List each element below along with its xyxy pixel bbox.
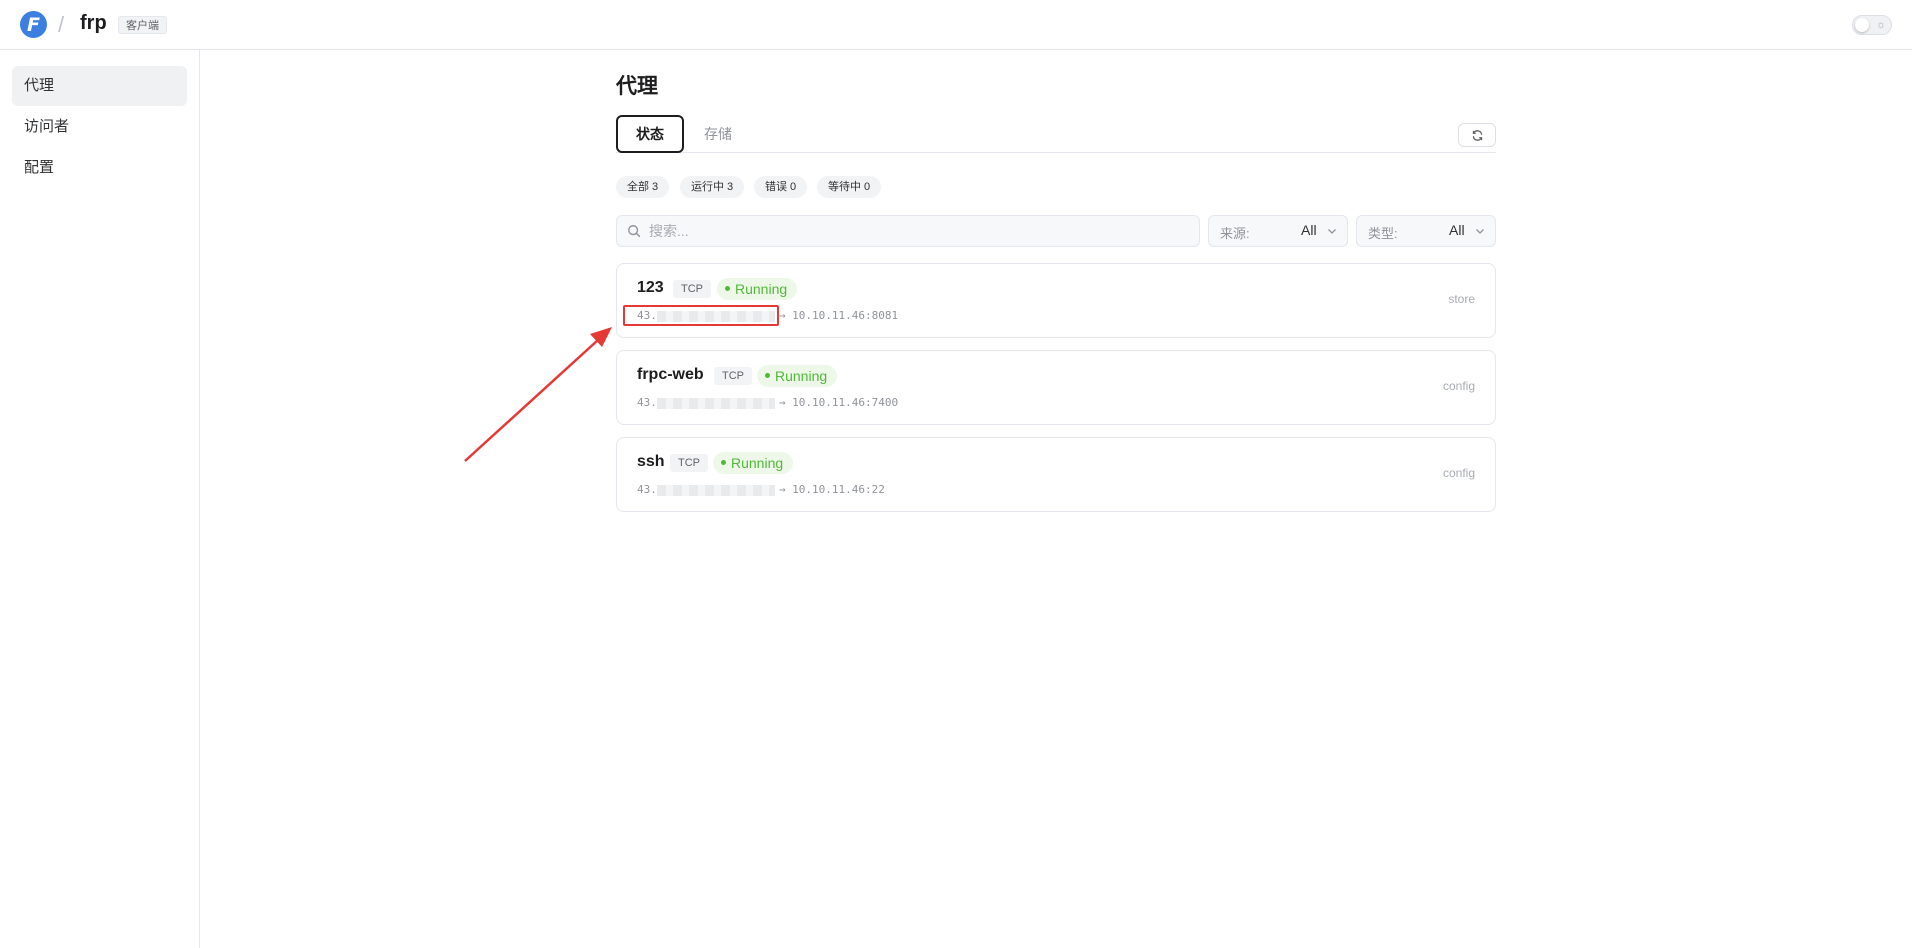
status-badge: Running: [757, 365, 838, 387]
proxy-name: ssh: [637, 453, 665, 470]
status-text: Running: [731, 455, 784, 471]
status-text: Running: [775, 368, 828, 384]
filter-chip-running[interactable]: 运行中 3: [680, 176, 745, 198]
proxy-name: 123: [637, 279, 664, 296]
remote-addr-prefix: 43.: [637, 396, 657, 409]
proxy-address: 43. → 10.10.11.46:7400: [637, 396, 898, 409]
filter-chip-error[interactable]: 错误 0: [754, 176, 808, 198]
local-target: → 10.10.11.46:8081: [778, 309, 899, 322]
breadcrumb-separator: /: [58, 12, 65, 37]
status-text: Running: [735, 281, 788, 297]
refresh-button[interactable]: [1458, 123, 1496, 147]
tabs-divider: [616, 152, 1496, 153]
top-header: F / frp 客户端 ☼: [0, 0, 1912, 50]
filter-chip-all[interactable]: 全部 3: [616, 176, 670, 198]
status-badge: Running: [713, 452, 794, 474]
status-dot-icon: [725, 285, 730, 291]
type-filter-value: All: [1449, 222, 1465, 238]
app-name[interactable]: frp: [80, 12, 107, 35]
remote-addr-prefix: 43.: [637, 483, 657, 496]
tab-status[interactable]: 状态: [616, 115, 684, 153]
sun-icon: ☼: [1876, 19, 1887, 31]
search-icon: [628, 225, 641, 238]
proxy-card-ssh[interactable]: ssh TCP Running 43. → 10.10.11.46:22 conf…: [616, 437, 1496, 512]
search-box: [616, 215, 1200, 247]
toggle-knob: [1855, 18, 1869, 32]
chevron-down-icon: [1476, 229, 1484, 234]
chevron-down-icon: [1328, 229, 1336, 234]
sidebar-item-visitors[interactable]: 访问者: [12, 107, 187, 147]
logo-letter: F: [27, 13, 40, 36]
proxy-name: frpc-web: [637, 366, 704, 383]
status-dot-icon: [765, 372, 770, 378]
filter-chip-pending[interactable]: 等待中 0: [817, 176, 882, 198]
source-filter-label: 来源:: [1220, 226, 1250, 241]
proxy-type-badge: TCP: [670, 454, 708, 472]
proxy-address: 43. → 10.10.11.46:22: [637, 483, 885, 496]
local-target: → 10.10.11.46:22: [778, 483, 885, 496]
frp-logo-icon[interactable]: F: [20, 11, 47, 38]
search-input[interactable]: [649, 216, 1189, 246]
type-filter-select[interactable]: 类型: All: [1356, 215, 1496, 247]
page-title: 代理: [616, 75, 658, 98]
local-target: → 10.10.11.46:7400: [778, 396, 899, 409]
redacted-ip: [656, 397, 775, 409]
sidebar: 代理 访问者 配置: [0, 50, 200, 948]
sidebar-item-proxies[interactable]: 代理: [12, 66, 187, 106]
source-filter-select[interactable]: 来源: All: [1208, 215, 1348, 247]
tab-store[interactable]: 存储: [704, 115, 732, 153]
redacted-ip: [656, 484, 775, 496]
sidebar-item-config[interactable]: 配置: [12, 148, 187, 188]
client-badge: 客户端: [118, 16, 167, 34]
proxy-card-123[interactable]: 123 TCP Running 43. → 10.10.11.46:8081 st…: [616, 263, 1496, 338]
status-dot-icon: [721, 459, 726, 465]
theme-toggle[interactable]: ☼: [1852, 15, 1892, 35]
proxy-card-frpc-web[interactable]: frpc-web TCP Running 43. → 10.10.11.46:74…: [616, 350, 1496, 425]
proxy-source: config: [1442, 466, 1475, 480]
annotation-highlight-box: [623, 305, 779, 326]
refresh-icon: [1472, 129, 1482, 141]
source-filter-value: All: [1301, 222, 1317, 238]
proxy-source: store: [1448, 292, 1475, 306]
proxy-source: config: [1442, 379, 1475, 393]
proxy-type-badge: TCP: [714, 367, 752, 385]
status-badge: Running: [717, 278, 798, 300]
proxy-type-badge: TCP: [673, 280, 711, 298]
type-filter-label: 类型:: [1368, 226, 1398, 241]
